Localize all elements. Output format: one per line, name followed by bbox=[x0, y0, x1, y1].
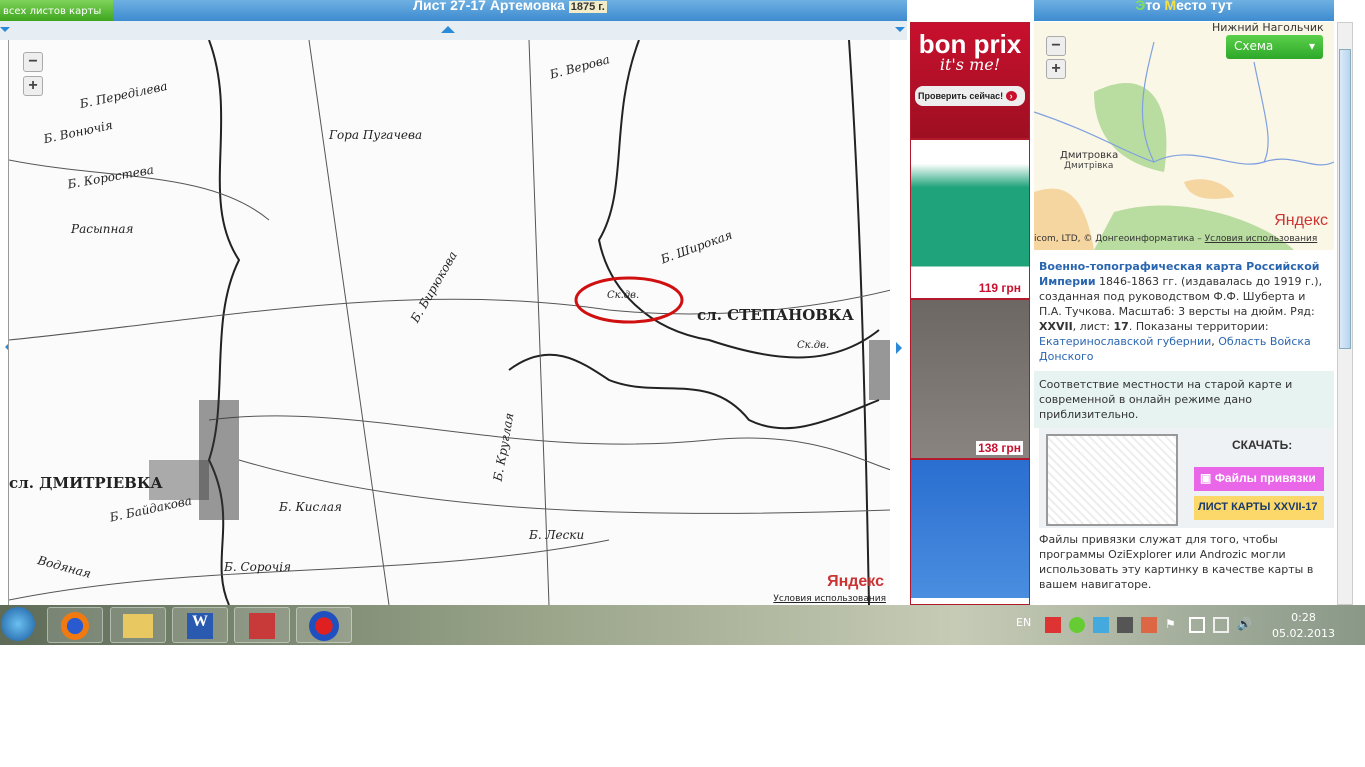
app-tray-icon[interactable] bbox=[1093, 617, 1109, 633]
power-icon[interactable] bbox=[1189, 617, 1205, 633]
yandex-logo: Яндекс bbox=[1274, 212, 1328, 229]
clock-time: 0:28 bbox=[1291, 611, 1316, 624]
map-nav-strip bbox=[0, 21, 907, 40]
scrollbar-thumb[interactable] bbox=[1339, 49, 1351, 349]
title-letter: М bbox=[1164, 0, 1177, 13]
taskbar-firefox[interactable] bbox=[47, 607, 103, 643]
place-label: Нижний Нагольчик bbox=[1212, 22, 1324, 34]
map-label: Ск.дв. bbox=[607, 290, 640, 301]
map-description: Военно-топографическая карта Российской … bbox=[1034, 252, 1334, 371]
bonprix-ad[interactable]: bon prix it's me! Проверить сейчас! › 11… bbox=[910, 22, 1030, 605]
ad-product[interactable]: 119 грн bbox=[911, 138, 1029, 298]
ad-cta-label: Проверить сейчас! bbox=[918, 91, 1004, 101]
map-label: Б. Сорочія bbox=[224, 560, 292, 574]
sheet-title-bar: Лист 27-17 Артемовка 1875 г. bbox=[113, 0, 907, 21]
map-label: Ск.дв. bbox=[797, 340, 830, 351]
chevron-down-icon: ▾ bbox=[1308, 39, 1315, 53]
copyright-text: icom, LTD, © Донгеоинформатика – bbox=[1034, 234, 1202, 244]
files-note: Файлы привязки служат для того, чтобы пр… bbox=[1039, 533, 1314, 591]
year-badge: 1875 г. bbox=[568, 1, 607, 13]
map-label: Расыпная bbox=[71, 222, 134, 236]
pan-up-arrow-icon[interactable] bbox=[441, 26, 455, 33]
location-header: Это Место тут bbox=[1034, 0, 1334, 21]
zoom-out-button[interactable]: − bbox=[1046, 36, 1066, 56]
map-label: Б. Лески bbox=[529, 528, 585, 542]
language-indicator[interactable]: EN bbox=[1016, 616, 1031, 629]
taskbar-explorer[interactable] bbox=[110, 607, 166, 643]
zoom-in-button[interactable]: + bbox=[23, 76, 43, 96]
start-button[interactable] bbox=[1, 607, 35, 641]
title-part: то bbox=[1145, 0, 1165, 13]
price: 138 грн bbox=[976, 441, 1023, 455]
map-label: Б. Кислая bbox=[279, 500, 342, 514]
map-type-value: Схема bbox=[1234, 39, 1274, 53]
kaspersky-icon bbox=[249, 613, 275, 639]
row-value: XXVII bbox=[1039, 320, 1073, 333]
map-label: Гора Пугачева bbox=[329, 128, 423, 142]
title-letter: Э bbox=[1135, 0, 1146, 13]
ad-cta-button[interactable]: Проверить сейчас! › bbox=[915, 86, 1025, 106]
city-label: Дмитровка bbox=[1060, 150, 1119, 161]
system-tray: ⚑ 🔊 bbox=[1045, 617, 1253, 633]
territory-link[interactable]: Екатеринославской губернии bbox=[1039, 335, 1211, 348]
price: 119 грн bbox=[976, 281, 1023, 295]
pan-right-arrow-icon[interactable] bbox=[896, 342, 908, 354]
folder-icon bbox=[123, 614, 153, 638]
ad-product[interactable] bbox=[911, 458, 1029, 598]
terms-link[interactable]: Условия использования bbox=[773, 594, 886, 604]
terms-link[interactable]: Условия использования bbox=[1205, 234, 1318, 244]
arrow-right-icon: › bbox=[1005, 91, 1017, 101]
map-sheet-button[interactable]: ЛИСТ КАРТЫ XXVII-17 bbox=[1194, 496, 1324, 520]
nvidia-icon[interactable] bbox=[1069, 617, 1085, 633]
ad-product[interactable]: 138 грн bbox=[911, 298, 1029, 458]
map-label: сл. ДМИТРІЕВКА bbox=[9, 474, 163, 492]
yandex-map[interactable]: Нижний Нагольчик Схема ▾ − + Дмитровка Дм… bbox=[1034, 22, 1334, 250]
taskbar-kaspersky[interactable] bbox=[234, 607, 290, 643]
flag-icon[interactable]: ⚑ bbox=[1165, 617, 1181, 633]
download-section: СКАЧАТЬ: ▣ Файлы привязки ЛИСТ КАРТЫ XXV… bbox=[1039, 428, 1334, 528]
all-sheets-link[interactable]: всех листов карты bbox=[0, 0, 113, 21]
taskbar: W EN ⚑ 🔊 0:28 05.02.2013 bbox=[0, 605, 1365, 645]
sheet-value: 17 bbox=[1113, 320, 1129, 333]
network-icon[interactable] bbox=[1213, 617, 1229, 633]
map-label: сл. СТЕПАНОВКА bbox=[697, 306, 854, 324]
zoom-out-button[interactable]: − bbox=[23, 52, 43, 72]
sheet-title: Лист 27-17 Артемовка bbox=[413, 0, 565, 13]
display-icon[interactable] bbox=[1117, 617, 1133, 633]
yandex-logo: Яндекс bbox=[827, 573, 884, 590]
clock[interactable]: 0:28 05.02.2013 bbox=[1272, 610, 1335, 642]
accuracy-note: Соответствие местности на старой карте и… bbox=[1034, 371, 1334, 428]
scrollbar[interactable] bbox=[1337, 22, 1353, 605]
corner-arrow-icon[interactable] bbox=[895, 27, 905, 37]
speaker-muted-icon[interactable] bbox=[1141, 617, 1157, 633]
zoom-in-button[interactable]: + bbox=[1046, 59, 1066, 79]
firefox-icon bbox=[61, 612, 89, 640]
files-icon: ▣ bbox=[1200, 471, 1212, 485]
city-label-ua: Дмитрівка bbox=[1064, 161, 1114, 171]
old-map-view[interactable]: сл. СТЕПАНОВКА сл. ДМИТРІЕВКА Ск.дв. Гор… bbox=[8, 40, 890, 605]
binding-files-button[interactable]: ▣ Файлы привязки bbox=[1194, 467, 1324, 491]
taskbar-word[interactable]: W bbox=[172, 607, 228, 643]
kaspersky-tray-icon[interactable] bbox=[1045, 617, 1061, 633]
taskbar-kiev[interactable] bbox=[296, 607, 352, 643]
word-icon: W bbox=[187, 613, 213, 639]
desc-text: . Показаны территории: bbox=[1128, 320, 1269, 333]
corner-arrow-icon[interactable] bbox=[0, 27, 10, 37]
volume-icon[interactable]: 🔊 bbox=[1237, 617, 1253, 633]
ad-brand: bon prix bbox=[918, 29, 1022, 59]
map-type-select[interactable]: Схема ▾ bbox=[1226, 35, 1323, 59]
map-thumbnail[interactable] bbox=[1046, 434, 1178, 526]
title-part: есто тут bbox=[1176, 0, 1233, 13]
info-panel: Военно-топографическая карта Российской … bbox=[1034, 252, 1334, 605]
button-label: Файлы привязки bbox=[1214, 471, 1316, 485]
desc-text: , лист: bbox=[1072, 320, 1114, 333]
kiev-icon bbox=[309, 611, 339, 641]
clock-date: 05.02.2013 bbox=[1272, 627, 1335, 640]
download-heading: СКАЧАТЬ: bbox=[1232, 438, 1293, 452]
